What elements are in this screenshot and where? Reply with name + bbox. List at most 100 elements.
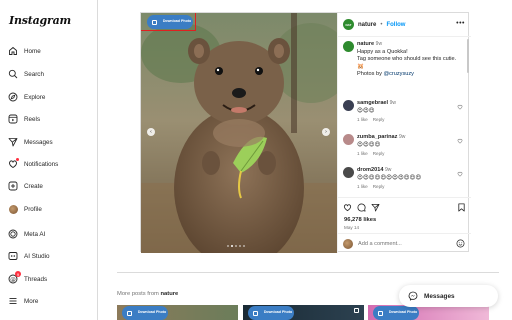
reels-icon [8, 114, 18, 124]
sidebar-item-label: Notifications [24, 160, 59, 168]
comment-username[interactable]: drom2014 [357, 167, 383, 173]
sidebar-item-label: Meta AI [24, 230, 46, 238]
carousel-dot [243, 245, 245, 247]
reply-button[interactable]: Reply [373, 117, 385, 122]
bookmark-icon[interactable] [457, 203, 466, 212]
search-icon [8, 69, 18, 79]
image-icon [378, 310, 383, 316]
sidebar-item-threads[interactable]: @9 Threads [8, 271, 94, 287]
commenter-avatar[interactable] [343, 100, 354, 111]
author-avatar[interactable]: NAT [343, 19, 354, 30]
comment-likes[interactable]: 1 like [357, 151, 368, 156]
emoji-icon[interactable] [456, 239, 465, 248]
compass-icon [8, 92, 18, 102]
post-photo[interactable]: Download Photo ‹ › [141, 13, 337, 253]
more-post-thumbnail[interactable]: Download Photo [117, 305, 238, 320]
comment-text: 😍😍😍 [357, 107, 375, 114]
messages-label: Messages [424, 292, 455, 300]
more-options-icon[interactable]: ••• [456, 20, 465, 27]
sidebar-item-messages[interactable]: Messages [8, 134, 94, 150]
sidebar-item-label: Search [24, 70, 44, 78]
comment-text: 😍😍😍😍😍😍😍😍😍😍😍 [357, 174, 422, 181]
comments-list[interactable]: nature 9w Happy as a Quokka! Tag someone… [338, 37, 471, 197]
sidebar-item-notifications[interactable]: Notifications [8, 156, 94, 172]
carousel-dot [227, 245, 229, 247]
post-date: May 14 [344, 225, 360, 230]
threads-icon: @9 [8, 271, 21, 284]
more-post-thumbnail[interactable]: Download Photo [368, 305, 489, 320]
instagram-logo[interactable]: Instagram [9, 14, 71, 27]
comment-icon[interactable] [357, 203, 366, 212]
more-posts-author[interactable]: nature [161, 291, 179, 297]
caption-credit: Photos by [357, 71, 384, 78]
more-posts-title: More posts from nature [117, 291, 179, 297]
commenter-avatar[interactable] [343, 134, 354, 145]
comment-username[interactable]: samgebrael [357, 100, 388, 106]
follow-button[interactable]: Follow [386, 22, 405, 28]
reply-button[interactable]: Reply [373, 184, 385, 189]
sidebar-item-label: Messages [24, 138, 53, 146]
carousel-dot [239, 245, 241, 247]
share-icon[interactable] [371, 203, 380, 212]
comments-scrollbar[interactable] [467, 39, 469, 73]
author-avatar[interactable] [343, 41, 354, 52]
post-card: Download Photo ‹ › NAT nature • Follow •… [140, 12, 471, 253]
carousel-dots [227, 245, 245, 247]
sidebar-item-create[interactable]: Create [8, 178, 94, 194]
sidebar-item-search[interactable]: Search [8, 66, 94, 82]
reply-button[interactable]: Reply [373, 151, 385, 156]
sidebar-item-meta-ai[interactable]: Meta AI [8, 226, 94, 242]
home-icon [8, 46, 18, 56]
carousel-dot [235, 245, 237, 247]
author-username[interactable]: nature [358, 22, 376, 28]
avatar-icon [8, 204, 18, 214]
comment-likes[interactable]: 1 like [357, 117, 368, 122]
comment-likes[interactable]: 1 like [357, 184, 368, 189]
meta-ai-icon [8, 229, 18, 239]
sidebar-item-label: Reels [24, 115, 41, 123]
heart-icon [8, 158, 19, 169]
comment-time: 9w [389, 100, 397, 106]
comment-text: 😍😍😍😍 [357, 141, 381, 148]
send-icon [8, 137, 18, 147]
commenter-avatar[interactable] [343, 167, 354, 178]
menu-icon [8, 296, 18, 306]
carousel-next-button[interactable]: › [322, 128, 330, 136]
sidebar-item-label: Explore [24, 93, 46, 101]
comment-input[interactable]: Add a comment... [358, 241, 471, 247]
sidebar-item-ai-studio[interactable]: AI Studio [8, 248, 94, 264]
like-comment-icon[interactable] [457, 104, 463, 110]
sidebar-item-reels[interactable]: Reels [8, 111, 94, 127]
comment-time: 9w [385, 167, 392, 173]
sidebar-item-explore[interactable]: Explore [8, 89, 94, 105]
sidebar-item-more[interactable]: More [8, 293, 94, 309]
sidebar-item-label: Home [24, 47, 41, 55]
quokka-photo [141, 13, 337, 253]
caption-time: 9w [375, 41, 383, 47]
sidebar-item-profile[interactable]: Profile [8, 201, 94, 217]
sidebar-item-home[interactable]: Home [8, 43, 94, 59]
notification-dot [16, 158, 19, 161]
messages-button[interactable]: Messages [399, 285, 498, 307]
highlight-box [141, 13, 196, 31]
download-photo-button[interactable]: Download Photo [248, 306, 294, 320]
download-photo-button[interactable]: Download Photo [373, 306, 419, 320]
image-icon [253, 310, 258, 316]
caption-line: Tag someone who should see this cutie. [357, 56, 457, 63]
like-count[interactable]: 96,278 likes [344, 217, 376, 223]
credit-handle-link[interactable]: @cruzysuzy [383, 71, 414, 77]
like-comment-icon[interactable] [457, 171, 463, 177]
carousel-dot [231, 245, 233, 247]
like-icon[interactable] [343, 203, 352, 212]
separator: • [380, 21, 383, 28]
comment-username[interactable]: zumba_parinaz [357, 134, 397, 140]
image-icon [127, 310, 132, 316]
download-photo-button[interactable]: Download Photo [122, 306, 168, 320]
like-comment-icon[interactable] [457, 138, 463, 144]
carousel-prev-button[interactable]: ‹ [147, 128, 155, 136]
more-post-thumbnail[interactable]: Download Photo [243, 305, 364, 320]
threads-badge: 9 [15, 271, 21, 277]
caption-username[interactable]: nature [357, 41, 374, 47]
comment-time: 9w [398, 134, 406, 140]
svg-text:@: @ [10, 277, 16, 283]
